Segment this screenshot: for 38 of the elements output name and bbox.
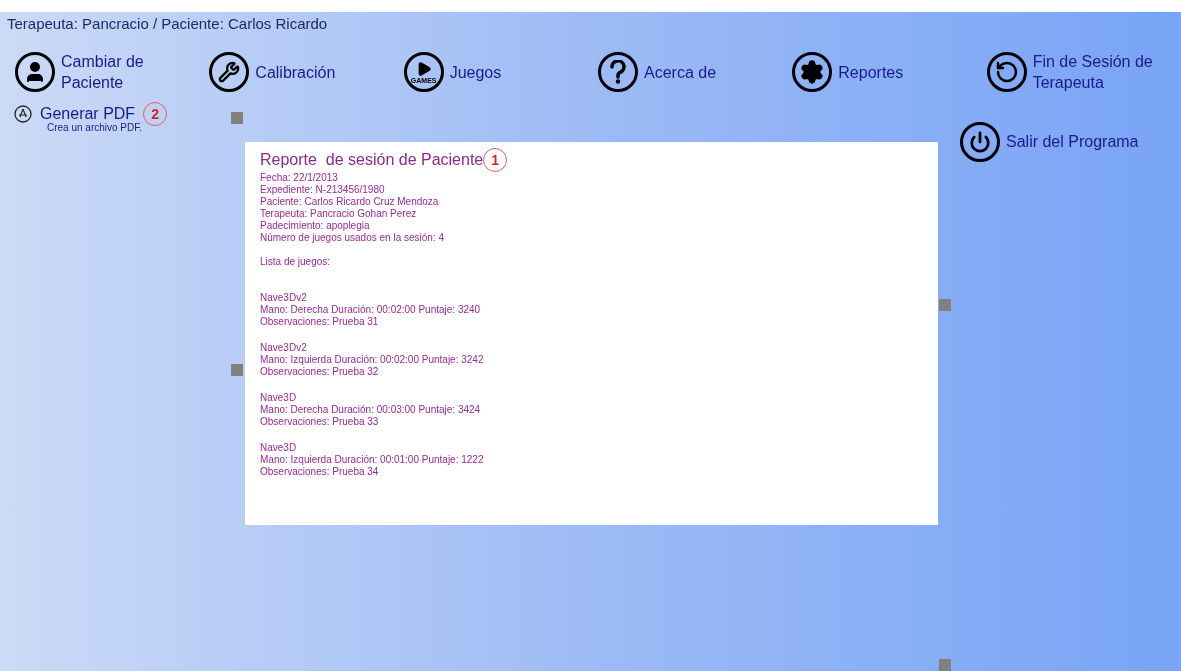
resize-handle[interactable] xyxy=(939,659,951,671)
report-info-line: Padecimiento: apoplegia xyxy=(260,220,371,232)
report-title: Reporte de sesión de Paciente xyxy=(260,150,484,170)
games-list-heading: Lista de juegos: xyxy=(260,256,332,268)
report-info-line: Número de juegos usados en la sesión: 4 xyxy=(260,232,445,244)
game-name: Nave3D xyxy=(260,442,298,454)
resize-handle[interactable] xyxy=(939,299,951,311)
report-info-line: Terapeuta: Pancracio Gohan Perez xyxy=(260,208,418,220)
game-details: Mano: Derecha Duración: 00:02:00 Puntaje: 3240 xyxy=(260,304,482,316)
toolbar-button[interactable]: Calibración xyxy=(209,48,404,96)
pdf-icon xyxy=(14,105,32,123)
help-icon xyxy=(598,52,638,92)
game-observations: Observaciones: Prueba 34 xyxy=(260,466,380,478)
restart-icon xyxy=(986,52,1027,92)
game-observations: Observaciones: Prueba 31 xyxy=(260,316,380,328)
game-details: Mano: Derecha Duración: 00:03:00 Puntaje: 3424 xyxy=(260,404,482,416)
toolbar-button[interactable]: Fin de Sesión de Terapeuta xyxy=(986,48,1181,96)
power-icon xyxy=(960,122,1000,162)
game-details: Mano: Izquierda Duración: 00:02:00 Puntaje: 3242 xyxy=(260,354,485,366)
toolbar-button[interactable]: Cambiar de Paciente xyxy=(15,48,210,96)
person-icon xyxy=(15,52,55,92)
exit-program-button[interactable]: Salir del Programa xyxy=(960,122,1139,162)
gear-icon xyxy=(792,52,833,92)
game-details: Mano: Izquierda Duración: 00:01:00 Puntaje: 1222 xyxy=(260,454,485,466)
resize-handle[interactable] xyxy=(231,364,243,376)
game-name: Nave3Dv2 xyxy=(260,342,308,354)
report-info-line: Fecha: 22/1/2013 xyxy=(260,172,339,184)
game-name: Nave3Dv2 xyxy=(260,292,308,304)
session-info: Terapeuta: Pancracio / Paciente: Carlos Ricardo xyxy=(6,14,329,34)
toolbar-button[interactable]: Acerca de xyxy=(598,48,793,96)
game-name: Nave3D xyxy=(260,392,298,404)
game-observations: Observaciones: Prueba 32 xyxy=(260,366,380,378)
toolbar-button[interactable]: Reportes xyxy=(792,48,987,96)
report-info-line: Expediente: N-213456/1980 xyxy=(260,184,386,196)
resize-handle[interactable] xyxy=(231,112,243,124)
game-observations: Observaciones: Prueba 33 xyxy=(260,416,380,428)
report-info-line: Paciente: Carlos Ricardo Cruz Mendoza xyxy=(260,196,440,208)
wrench-icon xyxy=(209,52,250,92)
